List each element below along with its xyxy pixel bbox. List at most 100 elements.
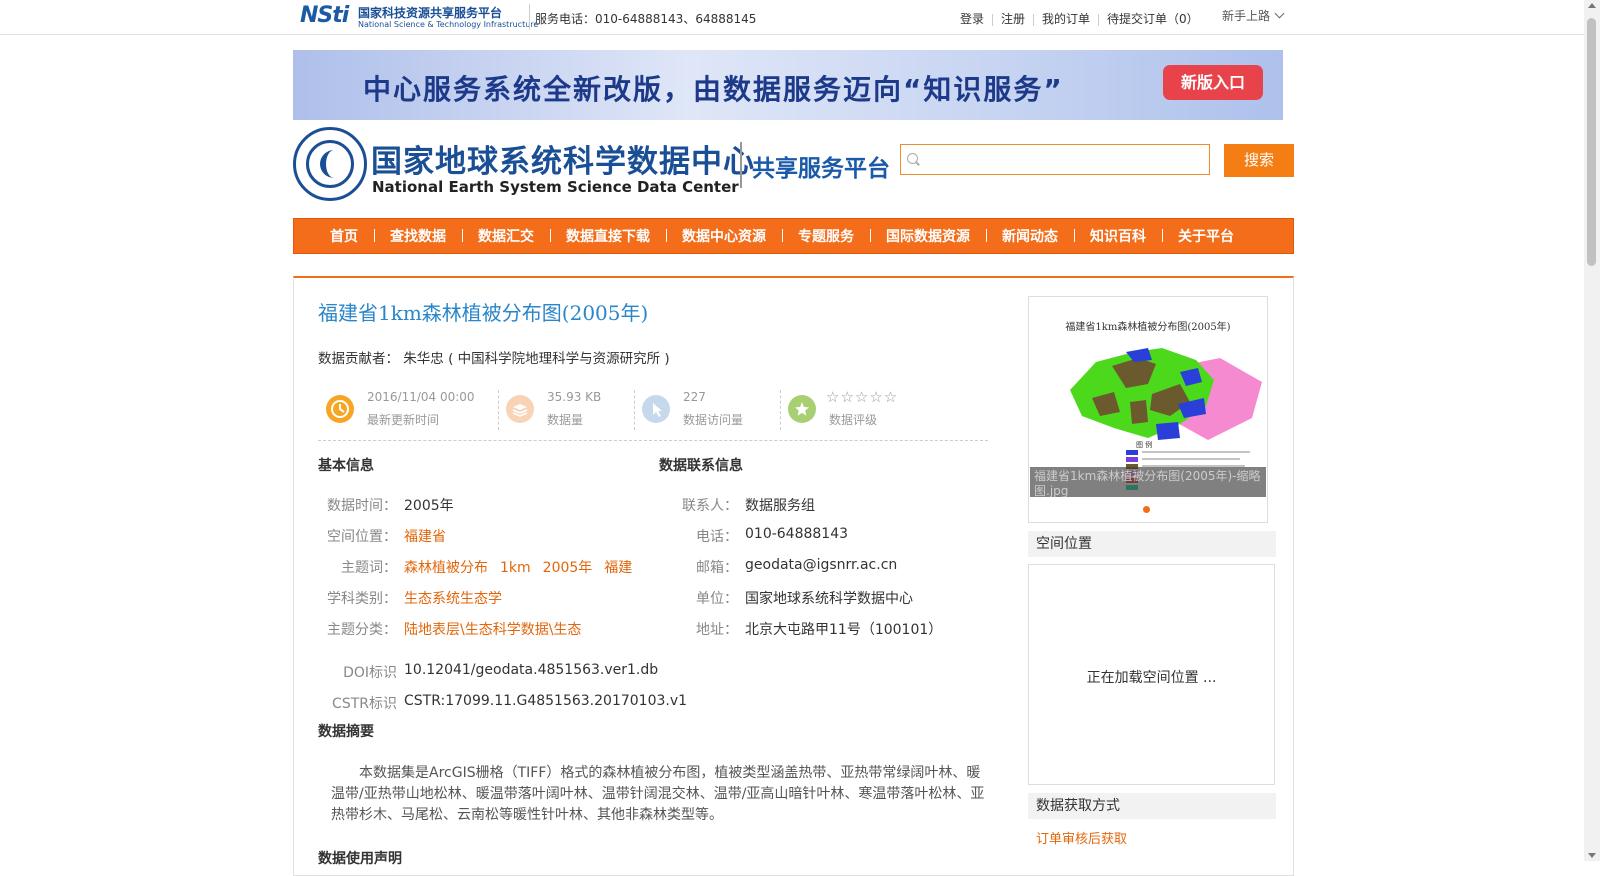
dataset-stats: 2016/11/04 00:00 最新更新时间 35.93 KB 数据量 227… xyxy=(318,384,988,441)
nsti-logo-mark: NSti xyxy=(300,3,349,28)
keyword-tag[interactable]: 2005年 xyxy=(543,560,593,576)
abstract-text: 本数据集是ArcGIS栅格（TIFF）格式的森林植被分布图，植被类型涵盖热带、亚… xyxy=(331,765,985,823)
banner-text: 中心服务系统全新改版，由数据服务迈向“知识服务” xyxy=(363,73,1064,106)
access-heading: 数据获取方式 xyxy=(1028,793,1276,819)
abstract-heading: 数据摘要 xyxy=(318,724,374,740)
discipline-label: 学科类别： xyxy=(327,591,397,607)
contact-value: 数据服务组 xyxy=(745,498,815,514)
guide-dropdown[interactable]: 新手上路 xyxy=(1222,7,1285,24)
category-value[interactable]: 陆地表层\生态科学数据\生态 xyxy=(404,619,581,639)
nav-item-news[interactable]: 新闻动态 xyxy=(986,226,1074,246)
spatial-heading: 空间位置 xyxy=(1028,531,1276,557)
scroll-thumb[interactable] xyxy=(1587,18,1596,266)
keyword-tag[interactable]: 1km xyxy=(500,560,531,576)
thumbnail-legend: 图 例 xyxy=(1136,441,1153,449)
clock-icon xyxy=(326,395,354,423)
nsti-logo-cn: 国家科技资源共享服务平台 xyxy=(358,6,503,20)
divider xyxy=(740,142,742,188)
pending-orders-link[interactable]: 待提交订单（0） xyxy=(1107,12,1199,26)
keyword-tag[interactable]: 福建 xyxy=(604,560,632,576)
platform-name: 共享服务平台 xyxy=(752,156,890,182)
nav-item-find-data[interactable]: 查找数据 xyxy=(374,226,462,246)
visits-label: 数据访问量 xyxy=(683,413,744,427)
center-logo[interactable]: 国家地球系统科学数据中心 National Earth System Scien… xyxy=(293,126,890,204)
rating-stars[interactable]: ☆☆☆☆☆ xyxy=(826,388,898,406)
nav-item-about[interactable]: 关于平台 xyxy=(1162,226,1250,246)
center-emblem-icon xyxy=(293,127,367,201)
nav-item-international-data[interactable]: 国际数据资源 xyxy=(870,226,986,246)
time-label: 数据时间： xyxy=(327,498,397,514)
divider xyxy=(1033,13,1035,26)
phone-label: 电话： xyxy=(696,529,738,545)
location-value[interactable]: 福建省 xyxy=(404,526,446,546)
phone-value: 010-64888143 xyxy=(745,526,849,542)
search-button[interactable]: 搜索 xyxy=(1224,144,1294,177)
email-label: 邮箱： xyxy=(696,560,738,576)
doi-label: DOI标识 xyxy=(343,665,397,681)
nav-item-knowledge[interactable]: 知识百科 xyxy=(1074,226,1162,246)
guide-label: 新手上路 xyxy=(1222,9,1271,23)
dataset-contributor: 数据贡献者： 朱华忠 ( 中国科学院地理科学与资源研究所 ) xyxy=(318,351,670,367)
size-label: 数据量 xyxy=(547,413,584,427)
basic-info-heading: 基本信息 xyxy=(318,458,374,474)
nsti-logo-en: National Science & Technology Infrastruc… xyxy=(358,20,539,29)
stat-rating: ☆☆☆☆☆ 数据评级 xyxy=(780,384,980,432)
updated-label: 最新更新时间 xyxy=(367,413,440,427)
stat-updated: 2016/11/04 00:00 最新更新时间 xyxy=(318,384,498,432)
center-name-en: National Earth System Science Data Cente… xyxy=(372,178,739,196)
unit-label: 单位： xyxy=(696,591,738,607)
category-label: 主题分类： xyxy=(327,622,397,638)
register-link[interactable]: 注册 xyxy=(1001,12,1025,26)
thumbnail-carousel[interactable]: 福建省1km森林植被分布图(2005年) 图 例 福建省1km森林植被分布图(2… xyxy=(1028,296,1268,523)
promo-banner[interactable]: 中心服务系统全新改版，由数据服务迈向“知识服务” 新版入口 xyxy=(293,50,1283,120)
contact-info-heading: 数据联系信息 xyxy=(659,458,743,474)
search-icon xyxy=(907,153,918,164)
nsti-logo[interactable]: NSti 国家科技资源共享服务平台 National Science & Tec… xyxy=(300,2,538,32)
discipline-value[interactable]: 生态系统生态学 xyxy=(404,588,502,608)
cstr-label: CSTR标识 xyxy=(332,696,397,712)
nav-item-direct-download[interactable]: 数据直接下载 xyxy=(550,226,666,246)
address-value: 北京大屯路甲11号（100101） xyxy=(745,622,943,638)
nav-item-data-submission[interactable]: 数据汇交 xyxy=(462,226,550,246)
nav-item-center-resources[interactable]: 数据中心资源 xyxy=(666,226,782,246)
divider xyxy=(992,13,994,26)
unit-value: 国家地球系统科学数据中心 xyxy=(745,591,913,607)
divider xyxy=(529,4,530,30)
service-phone: 服务电话：010-64888143、64888145 xyxy=(535,12,757,26)
keyword-tag[interactable]: 森林植被分布 xyxy=(404,560,488,576)
divider xyxy=(1098,13,1100,26)
nav-item-topic-services[interactable]: 专题服务 xyxy=(782,226,870,246)
scroll-up-arrow-icon[interactable] xyxy=(1588,3,1596,8)
size-value: 35.93 KB xyxy=(547,390,602,404)
nav-item-home[interactable]: 首页 xyxy=(314,226,374,246)
spatial-loading-text: 正在加载空间位置 ... xyxy=(1086,670,1217,686)
stat-visits: 227 数据访问量 xyxy=(634,384,780,432)
center-name-cn: 国家地球系统科学数据中心 xyxy=(371,144,755,180)
rating-label: 数据评级 xyxy=(829,413,878,427)
carousel-dot[interactable] xyxy=(1143,506,1150,513)
scroll-down-arrow-icon[interactable] xyxy=(1588,853,1596,858)
scrollbar[interactable] xyxy=(1584,0,1600,861)
spatial-map[interactable]: 正在加载空间位置 ... xyxy=(1028,564,1275,785)
thumbnail-caption: 福建省1km森林植被分布图(2005年)-缩略图.jpg xyxy=(1030,467,1266,497)
emblem-core xyxy=(320,150,348,178)
search-input[interactable] xyxy=(925,149,1209,173)
visits-value: 227 xyxy=(683,390,706,404)
login-link[interactable]: 登录 xyxy=(960,12,984,26)
time-value: 2005年 xyxy=(404,498,454,514)
top-links: 登录 注册 我的订单 待提交订单（0） xyxy=(960,10,1199,27)
new-version-button[interactable]: 新版入口 xyxy=(1163,65,1263,100)
search-box xyxy=(900,144,1210,175)
pointer-icon xyxy=(642,395,670,423)
doi-value: 10.12041/geodata.4851563.ver1.db xyxy=(404,662,659,678)
updated-value: 2016/11/04 00:00 xyxy=(367,390,475,404)
chevron-down-icon xyxy=(1274,8,1285,19)
order-access-link[interactable]: 订单审核后获取 xyxy=(1036,828,1127,847)
keywords-label: 主题词： xyxy=(341,560,397,576)
address-label: 地址： xyxy=(696,622,738,638)
my-orders-link[interactable]: 我的订单 xyxy=(1042,12,1090,26)
keywords-list: 森林植被分布 1km 2005年 福建 xyxy=(404,557,644,577)
top-bar: NSti 国家科技资源共享服务平台 National Science & Tec… xyxy=(0,0,1584,35)
main-nav: 首页 查找数据 数据汇交 数据直接下载 数据中心资源 专题服务 国际数据资源 新… xyxy=(293,218,1294,254)
contact-label: 联系人： xyxy=(682,498,738,514)
